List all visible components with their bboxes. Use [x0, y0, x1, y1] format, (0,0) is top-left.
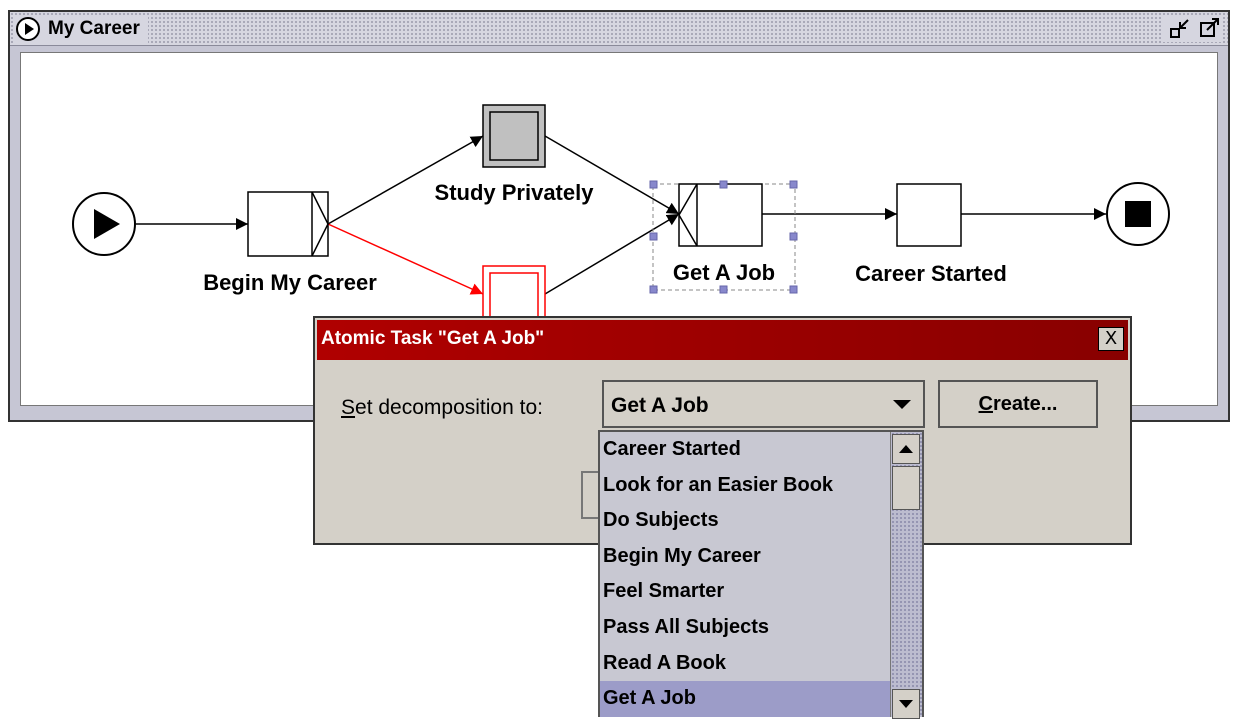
close-icon: X	[1104, 328, 1118, 349]
list-item[interactable]: Career Started	[600, 432, 890, 468]
task-study-privately[interactable]: Study Privately	[435, 104, 595, 205]
output-condition[interactable]	[1106, 182, 1170, 246]
task-label: Career Started	[855, 261, 1007, 286]
label-text: et decomposition to:	[355, 396, 543, 419]
task-career-started[interactable]: Career Started	[855, 183, 1007, 286]
create-mnemonic: C	[978, 392, 993, 415]
scroll-up-icon[interactable]	[892, 434, 920, 464]
task-label: Get A Job	[673, 260, 775, 285]
list-item[interactable]: Do Subjects	[600, 503, 890, 539]
scroll-down-icon[interactable]	[892, 689, 920, 719]
decomposition-label: Set decomposition to:	[341, 396, 543, 420]
flow-other-to-getjob[interactable]	[544, 213, 680, 295]
dropdown-items: Career Started Look for an Easier Book D…	[600, 432, 890, 717]
list-item[interactable]: Pass All Subjects	[600, 610, 890, 646]
decomposition-dropdown-list[interactable]: Career Started Look for an Easier Book D…	[598, 430, 924, 719]
input-condition[interactable]	[72, 192, 136, 256]
list-item[interactable]: Begin My Career	[600, 539, 890, 575]
label-mnemonic: S	[341, 396, 356, 419]
dialog-title: Atomic Task "Get A Job"	[321, 328, 545, 349]
task-begin-my-career[interactable]: Begin My Career	[203, 191, 377, 295]
scroll-thumb[interactable]	[892, 466, 920, 510]
combobox-value: Get A Job	[611, 394, 709, 417]
dialog-titlebar[interactable]: Atomic Task "Get A Job" X	[317, 320, 1128, 360]
dialog-close-button[interactable]: X	[1098, 327, 1124, 351]
decomposition-combobox[interactable]: Get A Job	[602, 380, 925, 428]
list-item[interactable]: Read A Book	[600, 646, 890, 682]
task-label: Begin My Career	[203, 270, 377, 295]
create-label: reate...	[992, 392, 1058, 415]
task-get-a-job[interactable]: Get A Job	[649, 180, 798, 294]
dropdown-scrollbar[interactable]	[890, 432, 922, 719]
list-item[interactable]: Feel Smarter	[600, 574, 890, 610]
list-item[interactable]: Look for an Easier Book	[600, 468, 890, 504]
task-label: Study Privately	[435, 180, 595, 205]
create-button[interactable]: Create...	[938, 380, 1098, 428]
list-item-selected[interactable]: Get A Job	[600, 681, 890, 717]
chevron-down-icon[interactable]	[893, 400, 911, 409]
